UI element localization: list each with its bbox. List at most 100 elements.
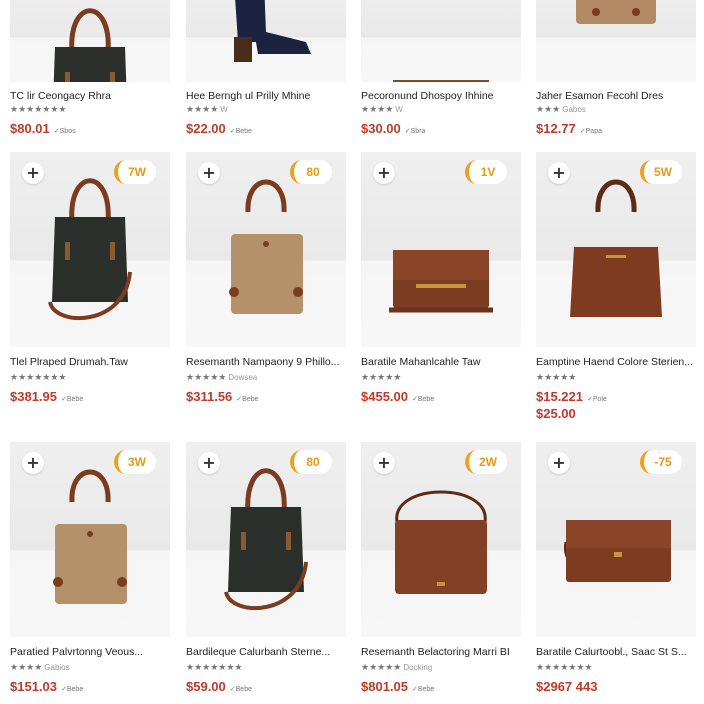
product-title[interactable]: Jaher Esamon Fecohl Dres [536, 90, 696, 102]
rating-stars: ★★★★★ Dowsea [186, 372, 257, 383]
product-card[interactable]: +3W Paratied Palvrtonng Veous... ★★★★ Gabio… [10, 442, 170, 696]
product-image[interactable]: + -75 [536, 442, 696, 637]
rating-stars: ★★★★★ [536, 372, 576, 383]
rating-stars: ★★★ Gabos [536, 104, 586, 115]
product-image[interactable]: +80 [186, 152, 346, 347]
product-title[interactable]: TC lir Ceongacy Rhra [10, 90, 170, 102]
product-title[interactable]: Baratile Mahanlcahle Taw [361, 356, 521, 368]
discount-badge: -75 [640, 450, 682, 474]
product-image[interactable]: +2W [361, 442, 521, 637]
rating-stars: ★★★★★★★ [536, 662, 592, 673]
product-card[interactable]: TC lir Ceongacy Rhra ★★★★★★★ $80.01 ✓Sbos [10, 0, 170, 138]
product-card[interactable]: Pecoronund Dhospoy Ihhine ★★★★ W $30.00 ✓Sbr… [361, 0, 521, 138]
shipping-note: ✓Bebe [61, 686, 84, 693]
product-card[interactable]: +5W Eamptine Haend Colore Sterien... ★★★★★… [536, 152, 696, 421]
star-icons: ★★★★★★★ [536, 662, 593, 672]
rating-label: W [395, 105, 403, 114]
shipping-note: ✓Sbra [404, 128, 426, 135]
product-card[interactable]: +1V Baratile Mahanlcahle Taw ★★★★★ $455.00 ✓… [361, 152, 521, 406]
product-image[interactable]: +7W [10, 152, 170, 347]
product-grid: TC lir Ceongacy Rhra ★★★★★★★ $80.01 ✓Sbos He… [0, 0, 704, 704]
product-title[interactable]: Resemanth Nampaony 9 Phillo... [186, 356, 346, 368]
product-image[interactable]: +5W [536, 152, 696, 347]
rating-label: Docking [403, 663, 433, 672]
star-icons: ★★★★★★★ [10, 104, 67, 114]
price: $311.56 [186, 389, 233, 404]
add-to-cart-plus-icon[interactable]: + [198, 162, 220, 184]
product-card[interactable]: +2W Resemanth Belactoring Marri BI ★★★★★ Do… [361, 442, 521, 696]
product-image[interactable]: +1V [361, 152, 521, 347]
discount-badge: 1V [465, 160, 507, 184]
price-row: $455.00 ✓Bebe [361, 388, 434, 406]
price: $59.00 [186, 679, 226, 694]
add-to-cart-plus-icon[interactable]: + [373, 162, 395, 184]
star-icons: ★★★ [536, 104, 561, 114]
add-to-cart-plus-icon[interactable]: + [22, 162, 44, 184]
product-title[interactable]: Eamptine Haend Colore Sterien... [536, 356, 696, 368]
product-card[interactable]: +7W Tlel Plraped Drumah.Taw ★★★★★★★ $381.95… [10, 152, 170, 406]
product-image[interactable] [361, 0, 521, 82]
price: $22.00 [186, 121, 226, 136]
shipping-note: ✓Pole [587, 396, 607, 403]
price: $15.221 [536, 389, 583, 404]
shipping-note: ✓Bebe [229, 686, 252, 693]
discount-badge: 5W [640, 160, 682, 184]
star-icons: ★★★★ [10, 662, 43, 672]
shipping-note: ✓Bebe [236, 396, 259, 403]
shipping-note: ✓Bebe [229, 128, 252, 135]
discount-badge: 3W [114, 450, 156, 474]
rating-stars: ★★★★★ [361, 372, 401, 383]
rating-stars: ★★★★★★★ [10, 104, 66, 115]
add-to-cart-plus-icon[interactable]: + [198, 452, 220, 474]
shipping-note: ✓Bebe [412, 686, 435, 693]
price: $30.00 [361, 121, 401, 136]
price-row: $2967 443 [536, 678, 597, 696]
product-title[interactable]: Bardileque Calurbanh Sterne... [186, 646, 346, 658]
add-to-cart-plus-icon[interactable]: + [373, 452, 395, 474]
add-to-cart-plus-icon[interactable]: + [22, 452, 44, 474]
price: $151.03 [10, 679, 57, 694]
star-icons: ★★★★★ [536, 372, 577, 382]
rating-stars: ★★★★ Gabios [10, 662, 70, 673]
product-card[interactable]: Hee Berngh ul Prilly Mhine ★★★★ W $22.00 ✓Be… [186, 0, 346, 138]
product-image[interactable] [10, 0, 170, 82]
star-icons: ★★★★★ [361, 662, 402, 672]
product-image[interactable]: +80 [186, 442, 346, 637]
price-row: $801.05 ✓Bebe [361, 678, 434, 696]
price-row: $151.03 ✓Bebe [10, 678, 83, 696]
price-row: $30.00 ✓Sbra [361, 120, 425, 138]
star-icons: ★★★★★★★ [10, 372, 67, 382]
product-card[interactable]: Jaher Esamon Fecohl Dres ★★★ Gabos $12.77 ✓P… [536, 0, 696, 138]
add-to-cart-plus-icon[interactable]: + [548, 162, 570, 184]
product-title[interactable]: Pecoronund Dhospoy Ihhine [361, 90, 521, 102]
product-card[interactable]: +80 Bardileque Calurbanh Sterne... ★★★★★★★… [186, 442, 346, 696]
star-icons: ★★★★ [361, 104, 394, 114]
price: $801.05 [361, 679, 408, 694]
discount-badge: 7W [114, 160, 156, 184]
discount-badge: 2W [465, 450, 507, 474]
product-image[interactable]: +3W [10, 442, 170, 637]
add-to-cart-plus-icon[interactable]: + [548, 452, 570, 474]
product-card[interactable]: +80 Resemanth Nampaony 9 Phillo... ★★★★★ Do… [186, 152, 346, 406]
price: $455.00 [361, 389, 408, 404]
star-icons: ★★★★★ [186, 372, 227, 382]
product-title[interactable]: Resemanth Belactoring Marri BI [361, 646, 521, 658]
product-title[interactable]: Tlel Plraped Drumah.Taw [10, 356, 170, 368]
price-row: $59.00 ✓Bebe [186, 678, 252, 696]
star-icons: ★★★★★★★ [186, 662, 243, 672]
shipping-note: ✓Sbos [53, 128, 76, 135]
product-title[interactable]: Baratile Calurtoobl., Saac St S... [536, 646, 696, 658]
product-image[interactable] [186, 0, 346, 82]
price-row: $12.77 ✓Papa [536, 120, 602, 138]
price: $381.95 [10, 389, 57, 404]
price-row: $80.01 ✓Sbos [10, 120, 76, 138]
star-icons: ★★★★★ [361, 372, 402, 382]
product-title[interactable]: Hee Berngh ul Prilly Mhine [186, 90, 346, 102]
price: $12.77 [536, 121, 576, 136]
price-row: $381.95 ✓Bebe [10, 388, 83, 406]
product-card[interactable]: + -75 Baratile Calurtoobl., Saac St S... ★★… [536, 442, 696, 696]
product-title[interactable]: Paratied Palvrtonng Veous... [10, 646, 170, 658]
rating-label: Gabos [562, 105, 586, 114]
product-image[interactable] [536, 0, 696, 82]
shipping-note: ✓Bebe [61, 396, 84, 403]
